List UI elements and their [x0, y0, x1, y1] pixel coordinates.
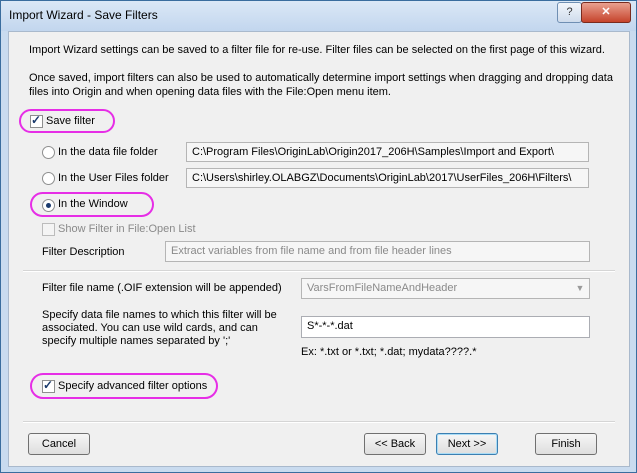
radio-data-file-folder-icon[interactable] [42, 146, 55, 159]
show-filter-check-icon[interactable] [42, 223, 55, 236]
intro-text-1: Import Wizard settings can be saved to a… [29, 44, 605, 56]
separator [23, 270, 615, 272]
import-wizard-window: Import Wizard - Save Filters ? ✕ Import … [0, 0, 637, 473]
close-button[interactable]: ✕ [581, 2, 631, 23]
radio-user-files-folder-label: In the User Files folder [58, 172, 169, 184]
intro-text-2: Once saved, import filters can also be u… [29, 72, 613, 98]
title-bar: Import Wizard - Save Filters ? ✕ [1, 1, 636, 31]
radio-in-window-label: In the Window [58, 198, 128, 210]
chevron-down-icon[interactable]: ▼ [572, 280, 588, 296]
show-filter-label: Show Filter in File:Open List [58, 223, 196, 235]
back-button[interactable]: << Back [364, 433, 426, 455]
filter-file-name-combo[interactable]: VarsFromFileNameAndHeader ▼ [301, 278, 590, 299]
filter-file-name-value: VarsFromFileNameAndHeader [307, 282, 458, 294]
save-filter-check-icon[interactable] [30, 113, 43, 128]
filter-description-field[interactable]: Extract variables from file name and fro… [165, 241, 590, 262]
wizard-page: Import Wizard settings can be saved to a… [8, 31, 630, 467]
save-filter-label: Save filter [46, 115, 95, 127]
data-file-names-example: Ex: *.txt or *.txt; *.dat; mydata????.* [301, 346, 477, 358]
finish-button[interactable]: Finish [535, 433, 597, 455]
window-title: Import Wizard - Save Filters [9, 8, 158, 22]
data-file-names-label: Specify data file names to which this fi… [42, 309, 277, 347]
radio-in-window-icon[interactable] [42, 199, 55, 212]
radio-data-file-folder-label: In the data file folder [58, 146, 158, 158]
next-button[interactable]: Next >> [436, 433, 498, 455]
advanced-options-check-icon[interactable] [42, 378, 55, 393]
cancel-button[interactable]: Cancel [28, 433, 90, 455]
data-file-names-input[interactable]: S*-*-*.dat [301, 316, 590, 338]
user-files-folder-path: C:\Users\shirley.OLABGZ\Documents\Origin… [186, 168, 589, 188]
filter-file-name-label: Filter file name (.OIF extension will be… [42, 282, 282, 294]
radio-user-files-folder-icon[interactable] [42, 172, 55, 185]
filter-description-label: Filter Description [42, 246, 125, 258]
advanced-options-label: Specify advanced filter options [58, 380, 208, 392]
help-button[interactable]: ? [557, 2, 582, 23]
bottom-separator [23, 421, 615, 423]
data-file-folder-path: C:\Program Files\OriginLab\Origin2017_20… [186, 142, 589, 162]
